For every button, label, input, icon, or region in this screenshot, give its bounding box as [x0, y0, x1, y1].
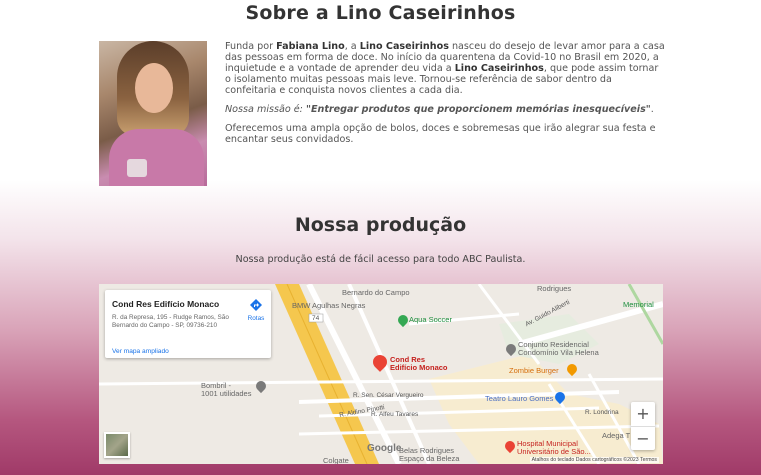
- map-label-memorial: Memorial: [623, 300, 654, 309]
- map-label-rodrigues: Rodrigues: [537, 284, 572, 293]
- larger-map-link[interactable]: Ver mapa ampliado: [112, 348, 169, 355]
- satellite-toggle[interactable]: [104, 432, 130, 458]
- map-label-bombril-2: 1001 utilidades: [201, 389, 252, 398]
- map-label-bmw: BMW Agulhas Negras: [292, 301, 366, 310]
- about-paragraph-3: Oferecemos uma ampla opção de bolos, doc…: [225, 123, 656, 145]
- map-label-colgate: Colgate: [323, 456, 349, 464]
- map-label-adega: Adega T: [602, 431, 631, 440]
- map-label-sen-cesar: R. Sen. César Vergueiro: [353, 392, 424, 399]
- about-title: Sobre a Lino Caseirinhos: [245, 2, 516, 24]
- map-label-zombie: Zombie Burger: [509, 366, 559, 375]
- directions-button[interactable]: Rotas: [243, 298, 269, 322]
- founder-photo: [99, 41, 207, 186]
- brand-name-2: Lino Caseirinhos: [454, 63, 544, 74]
- map-label-belas-2: Espaço da Beleza: [399, 454, 460, 463]
- google-logo: Google: [367, 443, 402, 454]
- map-label-londrina: R. Londrina: [585, 409, 619, 416]
- mission-statement: Nossa missão é: "Entregar produtos que p…: [225, 104, 654, 115]
- map-label-conjunto-2: Condomínio Vila Helena: [518, 348, 599, 357]
- map-label-cond-2: Edifício Monaco: [390, 363, 448, 372]
- road-number-label: 74: [312, 315, 320, 322]
- map-label-aqua-soccer: Aqua Soccer: [409, 315, 452, 324]
- zoom-controls: + −: [631, 402, 655, 450]
- founder-name: Fabiana Lino: [276, 41, 345, 52]
- map-attribution[interactable]: Atalhos do teclado Dados cartográficos ©…: [529, 457, 659, 463]
- brand-name: Lino Caseirinhos: [359, 41, 449, 52]
- place-card: Cond Res Edifício Monaco R. da Represa, …: [105, 290, 271, 358]
- directions-icon: [250, 299, 262, 311]
- map-label-teatro: Teatro Lauro Gomes: [485, 394, 554, 403]
- embedded-map[interactable]: 74 BMW Agulhas Negras Aqua Soccer Bernar…: [99, 284, 663, 464]
- place-name: Cond Res Edifício Monaco: [112, 299, 220, 309]
- zoom-out-button[interactable]: −: [631, 426, 655, 450]
- map-label-hospital-2: Universitário de São...: [517, 447, 591, 456]
- production-subtitle: Nossa produção está de fácil acesso para…: [235, 254, 526, 265]
- production-title: Nossa produção: [294, 214, 467, 236]
- zoom-in-button[interactable]: +: [631, 402, 655, 426]
- directions-label: Rotas: [247, 315, 265, 322]
- about-text: Funda por Fabiana Lino, a Lino Caseirinh…: [225, 41, 665, 153]
- about-paragraph-1: Funda por Fabiana Lino, a Lino Caseirinh…: [225, 41, 665, 96]
- place-address: R. da Represa, 195 - Rudge Ramos, São Be…: [112, 314, 229, 329]
- map-label-bernardo: Bernardo do Campo: [342, 288, 410, 297]
